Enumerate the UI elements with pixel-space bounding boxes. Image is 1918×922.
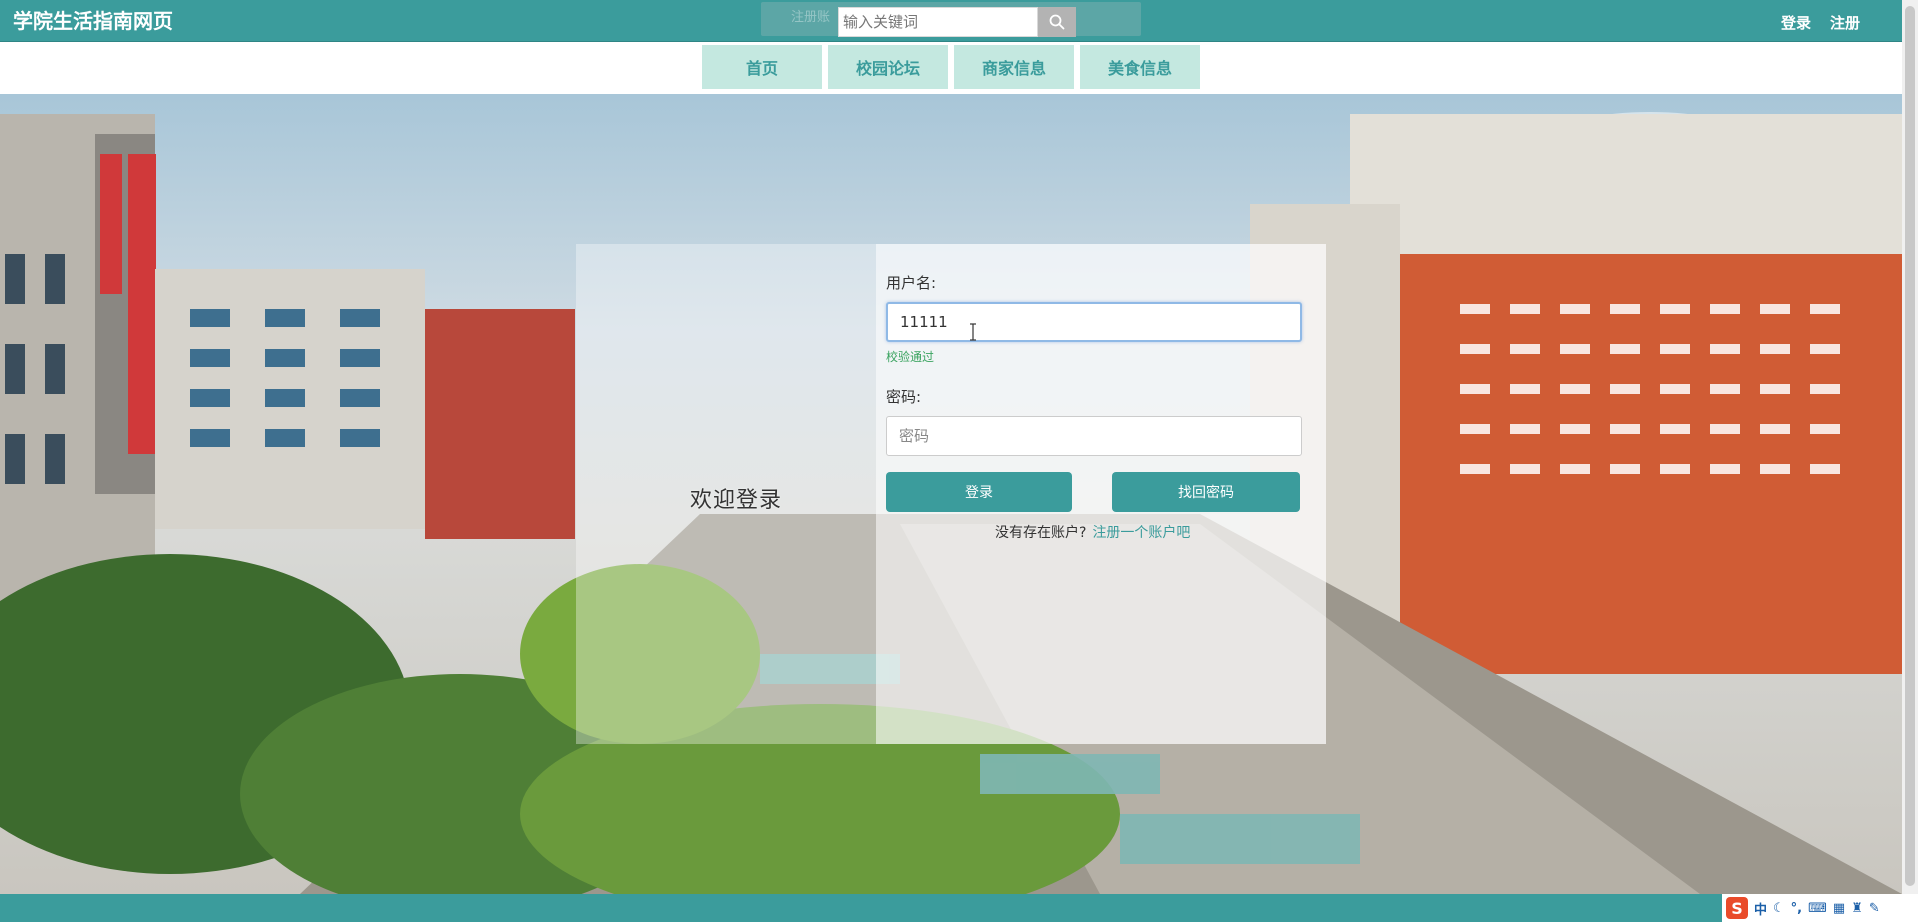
login-button[interactable]: 登录 (886, 472, 1072, 512)
bottom-bar: S 中 ☾ °, ⌨ ▦ ♜ ✎ (0, 894, 1918, 922)
wrench-icon[interactable]: ✎ (1869, 901, 1880, 916)
search-button[interactable] (1038, 7, 1076, 37)
text-cursor-icon (970, 323, 976, 341)
password-input[interactable] (886, 416, 1302, 456)
settings-grid-icon[interactable]: ▦ (1833, 901, 1845, 916)
punctuation-icon[interactable]: °, (1791, 901, 1802, 916)
page: 学院生活指南网页 注册账 登录 注册 首页 校园论坛 商家信息 美食信息 (0, 0, 1918, 922)
welcome-title: 欢迎登录 (690, 488, 783, 513)
no-account-text: 没有存在账户? (995, 525, 1087, 541)
search-input[interactable] (838, 7, 1038, 37)
register-prompt: 没有存在账户? 注册一个账户吧 (995, 522, 1190, 542)
header-login-link[interactable]: 登录 (1781, 12, 1811, 33)
site-title: 学院生活指南网页 (13, 9, 173, 33)
nav-item-merchants[interactable]: 商家信息 (954, 45, 1074, 89)
nav-item-home[interactable]: 首页 (702, 45, 822, 89)
page-scrollbar[interactable] (1902, 0, 1918, 894)
username-label: 用户名: (886, 274, 937, 292)
password-label: 密码: (886, 388, 922, 406)
username-valid-hint: 校验通过 (886, 350, 935, 364)
scrollbar-thumb[interactable] (1905, 6, 1915, 886)
search-ghost-text: 注册账 (791, 10, 831, 25)
username-input[interactable] (886, 302, 1302, 342)
top-header: 学院生活指南网页 注册账 登录 注册 (0, 0, 1902, 42)
keyboard-icon[interactable]: ⌨ (1808, 901, 1827, 916)
ime-mode-label[interactable]: 中 (1754, 899, 1767, 918)
header-register-link[interactable]: 注册 (1830, 12, 1860, 33)
moon-icon[interactable]: ☾ (1773, 901, 1785, 916)
search-icon (1049, 14, 1065, 30)
main-nav: 首页 校园论坛 商家信息 美食信息 (0, 45, 1902, 91)
ime-toolbar[interactable]: S 中 ☾ °, ⌨ ▦ ♜ ✎ (1722, 894, 1918, 922)
shirt-icon[interactable]: ♜ (1851, 901, 1863, 916)
recover-password-button[interactable]: 找回密码 (1112, 472, 1300, 512)
sogou-logo-icon[interactable]: S (1726, 897, 1748, 919)
nav-item-food[interactable]: 美食信息 (1080, 45, 1200, 89)
register-account-link[interactable]: 注册一个账户吧 (1092, 525, 1190, 541)
nav-item-forum[interactable]: 校园论坛 (828, 45, 948, 89)
